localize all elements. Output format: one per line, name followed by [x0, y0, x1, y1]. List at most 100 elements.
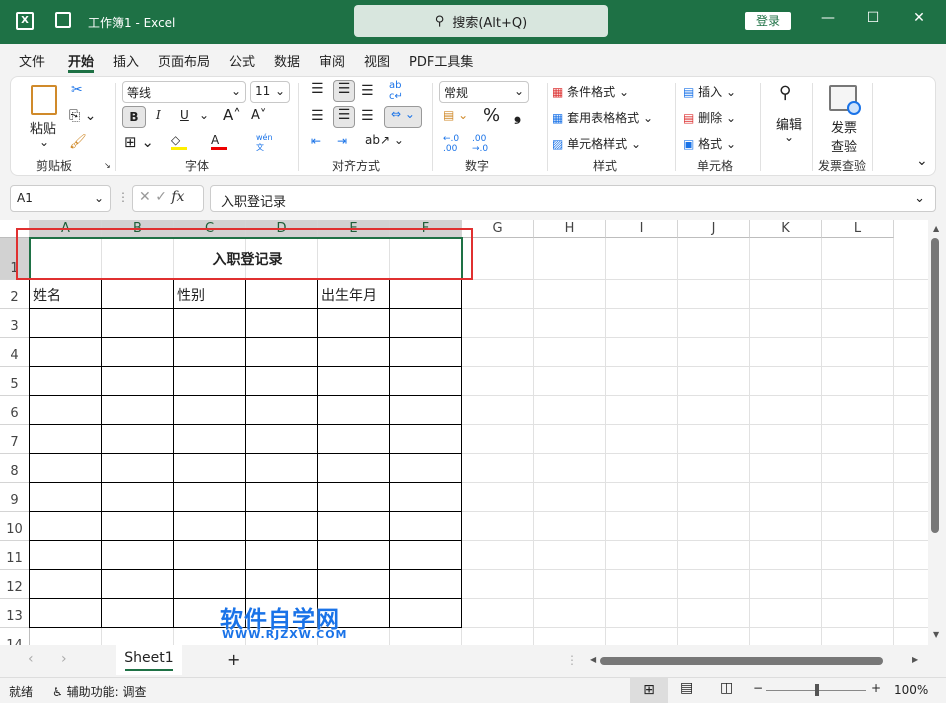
borders-icon[interactable]: ⊞ ⌄ [124, 133, 154, 151]
fill-color-icon[interactable]: ◇ [171, 133, 187, 150]
comma-button[interactable]: ❟ [514, 104, 521, 125]
tab-formulas[interactable]: 公式 [229, 51, 255, 70]
column-header-J[interactable]: J [678, 220, 750, 238]
conditional-format-button[interactable]: ▦ 条件格式 ⌄ [552, 83, 629, 100]
align-bottom-icon[interactable]: ☰ [361, 83, 374, 99]
scroll-down-icon[interactable]: ▼ [933, 630, 939, 639]
merge-center-button[interactable]: ⇔ ⌄ [384, 106, 422, 128]
font-name-dropdown[interactable]: 等线 ⌄ [122, 81, 246, 103]
cut-icon[interactable]: ✂ [71, 82, 83, 98]
zoom-out-icon[interactable]: − [753, 681, 763, 695]
row-header-7[interactable]: 7 [0, 425, 30, 454]
cell-E2[interactable]: 出生年月 [318, 280, 390, 309]
tab-view[interactable]: 视图 [364, 51, 390, 70]
find-icon[interactable]: ⚲ [779, 83, 791, 103]
accounting-format-icon[interactable]: ▤ ⌄ [443, 108, 468, 122]
tab-home[interactable]: 开始 [68, 51, 94, 70]
enter-icon[interactable]: ✓ [155, 189, 167, 205]
scroll-left-icon[interactable]: ◀ [590, 655, 596, 664]
format-painter-icon[interactable]: 🖌 [69, 134, 87, 150]
orientation-icon[interactable]: ab↗ ⌄ [365, 133, 404, 147]
decrease-decimal-icon[interactable]: .00 →.0 [472, 134, 488, 154]
format-as-table-button[interactable]: ▦ 套用表格格式 ⌄ [552, 109, 653, 126]
close-icon[interactable]: ✕ [909, 10, 929, 30]
row-header-13[interactable]: 13 [0, 599, 30, 628]
percent-button[interactable]: % [483, 105, 500, 126]
formula-input[interactable]: 入职登记录 ⌄ [210, 185, 936, 212]
insert-function-button[interactable]: fx [171, 189, 184, 205]
decrease-font-icon[interactable]: A˅ [251, 108, 266, 123]
column-header-L[interactable]: L [822, 220, 894, 238]
insert-cells-button[interactable]: ▤ 插入 ⌄ [683, 83, 736, 100]
dialog-launcher-icon[interactable]: ↘ [104, 161, 111, 170]
scroll-right-icon[interactable]: ▶ [912, 655, 918, 664]
align-center-icon[interactable]: ☰ [333, 106, 355, 128]
align-left-icon[interactable]: ☰ [311, 108, 324, 124]
paste-dropdown-icon[interactable]: ⌄ [39, 135, 49, 149]
add-sheet-button[interactable]: + [227, 650, 240, 669]
zoom-in-icon[interactable]: + [871, 681, 881, 695]
font-color-icon[interactable]: A [211, 133, 227, 150]
normal-view-icon[interactable]: ⊞ [630, 678, 668, 703]
worksheet-grid[interactable]: ABCDEFGHIJKL1234567891011121314入职登记录姓名性别… [0, 220, 928, 645]
tab-review[interactable]: 审阅 [319, 51, 345, 70]
sheet-tab-sheet1[interactable]: Sheet1 [116, 645, 182, 675]
paste-icon[interactable] [31, 85, 57, 115]
vertical-scroll-thumb[interactable] [931, 238, 939, 533]
page-break-view-icon[interactable]: ◫ [720, 680, 733, 696]
bold-button[interactable]: B [122, 106, 146, 128]
prev-sheet-icon[interactable]: ‹ [28, 651, 34, 667]
align-right-icon[interactable]: ☰ [361, 108, 374, 124]
wrap-text-icon[interactable]: ab c↵ [389, 80, 403, 102]
row-header-3[interactable]: 3 [0, 309, 30, 338]
row-header-14[interactable]: 14 [0, 628, 30, 645]
page-layout-view-icon[interactable]: ▤ [680, 680, 693, 696]
row-header-11[interactable]: 11 [0, 541, 30, 570]
zoom-slider-thumb[interactable] [815, 684, 819, 696]
column-header-K[interactable]: K [750, 220, 822, 238]
login-button[interactable]: 登录 [745, 12, 791, 30]
cell-styles-button[interactable]: ▨ 单元格样式 ⌄ [552, 135, 641, 152]
format-cells-button[interactable]: ▣ 格式 ⌄ [683, 135, 736, 152]
copy-icon[interactable]: ⎘ ⌄ [69, 108, 96, 124]
cell-A2[interactable]: 姓名 [30, 280, 102, 309]
tab-pdf-tools[interactable]: PDF工具集 [409, 51, 473, 70]
row-header-2[interactable]: 2 [0, 280, 30, 309]
row-header-8[interactable]: 8 [0, 454, 30, 483]
search-box[interactable]: ⚲ 搜索(Alt+Q) [354, 5, 608, 37]
delete-cells-button[interactable]: ▤ 删除 ⌄ [683, 109, 736, 126]
editing-dropdown-icon[interactable]: ⌄ [784, 130, 794, 144]
next-sheet-icon[interactable]: › [61, 651, 67, 667]
underline-button[interactable]: U [180, 108, 189, 122]
maximize-icon[interactable]: ☐ [863, 10, 883, 30]
horizontal-scroll-thumb[interactable] [600, 657, 883, 665]
invoice-check-button[interactable]: 发票 查验 [831, 117, 857, 155]
tab-file[interactable]: 文件 [19, 51, 45, 70]
collapse-ribbon-icon[interactable]: ⌄ [916, 153, 928, 169]
row-header-4[interactable]: 4 [0, 338, 30, 367]
underline-dropdown-icon[interactable]: ⌄ [199, 108, 209, 122]
italic-button[interactable]: I [156, 108, 161, 122]
name-box[interactable]: A1 ⌄ [10, 185, 111, 212]
cell-C2[interactable]: 性别 [174, 280, 246, 309]
increase-decimal-icon[interactable]: ←.0.00 [443, 134, 459, 154]
increase-font-icon[interactable]: A˄ [223, 106, 241, 124]
accessibility-status[interactable]: ♿ 辅助功能: 调查 [52, 683, 146, 700]
tab-page-layout[interactable]: 页面布局 [158, 51, 210, 70]
save-icon[interactable] [55, 12, 71, 28]
zoom-level[interactable]: 100% [894, 683, 928, 697]
cancel-icon[interactable]: ✕ [139, 189, 151, 205]
tab-data[interactable]: 数据 [274, 51, 300, 70]
splitter-grip-icon[interactable]: ⋮ [566, 653, 578, 667]
invoice-check-icon[interactable] [829, 85, 861, 115]
align-middle-icon[interactable]: ☰ [333, 80, 355, 102]
number-format-dropdown[interactable]: 常规 ⌄ [439, 81, 529, 103]
tab-insert[interactable]: 插入 [113, 51, 139, 70]
row-header-6[interactable]: 6 [0, 396, 30, 425]
scroll-up-icon[interactable]: ▲ [933, 224, 939, 233]
font-size-dropdown[interactable]: 11 ⌄ [250, 81, 290, 103]
row-header-12[interactable]: 12 [0, 570, 30, 599]
align-top-icon[interactable]: ☰ [311, 81, 324, 97]
phonetic-icon[interactable]: wén 文 [256, 133, 273, 153]
row-header-5[interactable]: 5 [0, 367, 30, 396]
